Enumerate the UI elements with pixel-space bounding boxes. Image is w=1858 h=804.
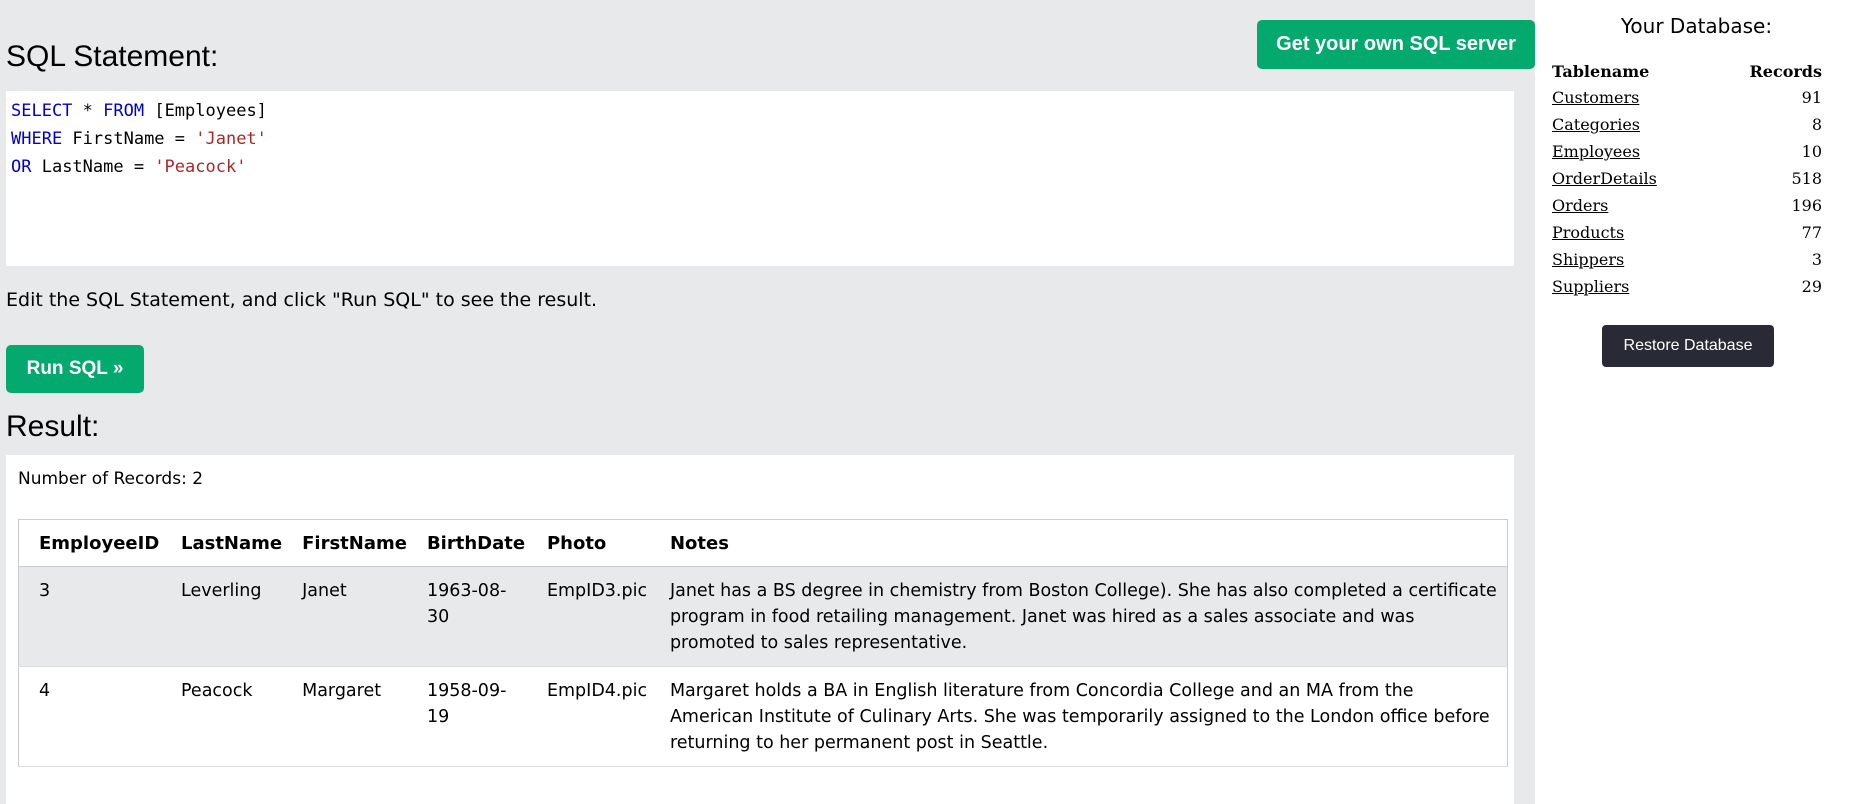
table-cell: 3: [18, 566, 171, 667]
sql-code-editor[interactable]: SELECT * FROM [Employees] WHERE FirstName…: [6, 91, 1514, 266]
sql-text: LastName =: [31, 157, 155, 177]
run-sql-button[interactable]: Run SQL »: [6, 345, 144, 393]
database-row: Categories 8: [1552, 111, 1822, 138]
table-cell: Margaret holds a BA in English literatur…: [659, 666, 1508, 767]
record-count: Number of Records: 2: [18, 469, 204, 489]
database-title: Your Database:: [1620, 14, 1773, 38]
column-header: Notes: [659, 519, 1508, 567]
database-row: OrderDetails 518: [1552, 165, 1822, 192]
table-cell: Janet has a BS degree in chemistry from …: [659, 566, 1508, 667]
table-link-customers[interactable]: Customers: [1552, 88, 1639, 107]
sql-keyword: OR: [11, 157, 32, 177]
database-row: Products 77: [1552, 219, 1822, 246]
database-table-list: Tablename Records Customers 91 Categories…: [1552, 58, 1822, 300]
record-count-cell: 29: [1801, 277, 1822, 296]
table-cell: 4: [18, 666, 171, 767]
code-line: WHERE FirstName = 'Janet': [11, 125, 1509, 153]
column-header: Photo: [536, 519, 660, 567]
record-count-cell: 518: [1791, 169, 1822, 188]
table-row: 4 Peacock Margaret 1958-09-19 EmpID4.pic…: [18, 666, 1508, 767]
database-row: Orders 196: [1552, 192, 1822, 219]
instruction-text: Edit the SQL Statement, and click "Run S…: [6, 289, 598, 311]
get-own-sql-server-button[interactable]: Get your own SQL server: [1257, 20, 1535, 69]
sql-string: 'Janet': [195, 129, 267, 149]
database-row: Shippers 3: [1552, 246, 1822, 273]
table-link-products[interactable]: Products: [1552, 223, 1624, 242]
sql-keyword: FROM: [103, 101, 145, 121]
table-link-shippers[interactable]: Shippers: [1552, 250, 1624, 269]
table-cell: Leverling: [171, 566, 293, 667]
sql-editor-panel: SQL Statement: Get your own SQL server S…: [0, 0, 1535, 804]
result-table: EmployeeID LastName FirstName BirthDate …: [18, 519, 1508, 767]
database-row: Suppliers 29: [1552, 273, 1822, 300]
result-heading: Result:: [6, 410, 100, 443]
sql-text: FirstName =: [62, 129, 196, 149]
table-cell: Margaret: [292, 666, 417, 767]
record-count-cell: 8: [1811, 115, 1822, 134]
result-panel: Number of Records: 2 EmployeeID LastName…: [6, 455, 1514, 804]
table-link-employees[interactable]: Employees: [1552, 142, 1640, 161]
tablename-header: Tablename: [1552, 61, 1650, 81]
table-cell: EmpID4.pic: [536, 666, 660, 767]
table-link-categories[interactable]: Categories: [1552, 115, 1640, 134]
column-header: EmployeeID: [18, 519, 171, 567]
result-header-row: EmployeeID LastName FirstName BirthDate …: [18, 519, 1508, 567]
code-line: SELECT * FROM [Employees]: [11, 97, 1509, 125]
column-header: LastName: [171, 519, 293, 567]
sql-string: 'Peacock': [154, 157, 247, 177]
record-count-cell: 77: [1801, 223, 1822, 242]
sql-keyword: SELECT: [11, 101, 73, 121]
database-row: Employees 10: [1552, 138, 1822, 165]
record-count-cell: 10: [1801, 142, 1822, 161]
table-cell: 1958-09-19: [416, 666, 537, 767]
sql-keyword: WHERE: [11, 129, 63, 149]
table-cell: EmpID3.pic: [536, 566, 660, 667]
table-cell: Janet: [292, 566, 417, 667]
sql-statement-heading: SQL Statement:: [6, 40, 219, 73]
records-header: Records: [1749, 61, 1822, 81]
restore-database-button[interactable]: Restore Database: [1602, 325, 1774, 367]
table-cell: Peacock: [171, 666, 293, 767]
table-link-suppliers[interactable]: Suppliers: [1552, 277, 1629, 296]
database-row: Customers 91: [1552, 84, 1822, 111]
record-count-cell: 196: [1791, 196, 1822, 215]
record-count-cell: 91: [1801, 88, 1822, 107]
database-header-row: Tablename Records: [1552, 58, 1822, 84]
database-panel: Your Database: Tablename Records Custome…: [1535, 0, 1858, 804]
record-count-cell: 3: [1811, 250, 1822, 269]
table-link-orders[interactable]: Orders: [1552, 196, 1608, 215]
table-row: 3 Leverling Janet 1963-08-30 EmpID3.pic …: [18, 566, 1508, 667]
table-cell: 1963-08-30: [416, 566, 537, 667]
sql-text: *: [72, 101, 104, 121]
sql-text: [Employees]: [144, 101, 267, 121]
column-header: FirstName: [292, 519, 417, 567]
code-line: OR LastName = 'Peacock': [11, 153, 1509, 181]
column-header: BirthDate: [416, 519, 537, 567]
table-link-orderdetails[interactable]: OrderDetails: [1552, 169, 1657, 188]
